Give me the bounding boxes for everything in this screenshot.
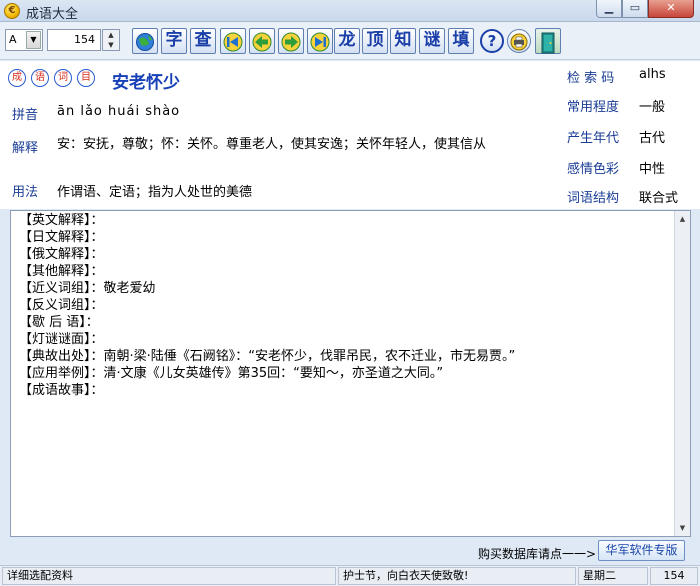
previous-icon	[252, 32, 272, 52]
letter-select-value: A	[9, 33, 17, 46]
usage-label: 用法	[12, 185, 39, 200]
details-textarea[interactable]: 【英文解释】： 【日文解释】： 【俄文解释】： 【其他解释】： 【近义词组】：敬…	[10, 210, 691, 537]
printer-icon	[510, 33, 528, 51]
side-label-era: 产生年代	[567, 131, 620, 146]
previous-button[interactable]	[249, 28, 275, 54]
entry-number-input[interactable]: 154	[47, 29, 101, 51]
seal-char: 目	[77, 69, 95, 87]
detail-line-example: 【应用举例】：清·文康《儿女英雄传》第35回：“要知～，亦圣道之大同。”	[19, 366, 444, 381]
minimize-button[interactable]: ▁	[596, 0, 622, 18]
title-bar: € 成语大全 ▁ ▭ ✕	[0, 0, 700, 22]
first-icon	[223, 32, 243, 52]
detail-line-riddle: 【灯谜谜面】：	[19, 332, 104, 347]
side-label-structure: 词语结构	[567, 191, 620, 206]
detail-line-japanese: 【日文解释】：	[19, 230, 104, 245]
side-label-sentiment: 感情色彩	[567, 162, 620, 177]
stepper-up-icon[interactable]: ▲	[103, 30, 119, 40]
side-label-frequency: 常用程度	[567, 100, 620, 115]
side-value-sentiment: 中性	[639, 162, 666, 177]
side-label-search-code: 检 索 码	[567, 71, 615, 86]
toolbar: A ▼ 154 ▲ ▼ 字 查 龙 顶 知 谜 填 ?	[0, 22, 700, 60]
detail-line-other: 【其他解释】：	[19, 264, 104, 279]
buy-database-link[interactable]: 购买数据库请点一一>	[478, 545, 596, 562]
scroll-up-icon[interactable]: ▲	[675, 211, 690, 227]
detail-line-synonyms: 【近义词组】：敬老爱幼	[19, 281, 156, 296]
window-title: 成语大全	[26, 7, 79, 22]
zi-button[interactable]: 字	[161, 28, 187, 54]
long-button[interactable]: 龙	[334, 28, 360, 54]
maximize-button[interactable]: ▭	[622, 0, 648, 18]
status-weekday: 星期二	[578, 567, 648, 585]
scroll-down-icon[interactable]: ▼	[675, 520, 690, 536]
usage-value: 作谓语、定语；指为人处世的美德	[57, 185, 253, 200]
side-value-structure: 联合式	[639, 191, 679, 206]
app-logo-icon: €	[4, 3, 20, 19]
help-icon: ?	[487, 32, 497, 50]
status-left: 详细选配资料	[2, 567, 336, 585]
pinyin-value: ān lǎo huái shào	[57, 104, 181, 119]
last-icon	[310, 32, 330, 52]
detail-line-russian: 【俄文解释】：	[19, 247, 104, 262]
status-message: 护士节，向白衣天使致敬!	[338, 567, 576, 585]
details-lines: 【英文解释】： 【日文解释】： 【俄文解释】： 【其他解释】： 【近义词组】：敬…	[19, 212, 667, 399]
detail-line-source: 【典故出处】：南朝·梁·陆倕《石阙铭》：“安老怀少，伐罪吊民，农不迁业，市无易贾…	[19, 349, 516, 364]
chevron-down-icon[interactable]: ▼	[26, 31, 41, 49]
detail-line-xiehouyu: 【歇 后 语】：	[19, 315, 99, 330]
seal-char: 语	[31, 69, 49, 87]
idiom-info-panel: 成 语 词 目 安老怀少 拼音 ān lǎo huái shào 解释 安：安抚…	[0, 61, 700, 209]
entry-number-stepper[interactable]: ▲ ▼	[102, 29, 120, 51]
status-bar: 详细选配资料 护士节，向白衣天使致敬! 星期二 154	[0, 565, 700, 586]
vertical-scrollbar[interactable]: ▲ ▼	[674, 211, 690, 536]
mi-button[interactable]: 谜	[419, 28, 445, 54]
next-button[interactable]	[278, 28, 304, 54]
globe-icon	[136, 33, 154, 51]
zhi-button[interactable]: 知	[390, 28, 416, 54]
pinyin-label: 拼音	[12, 108, 39, 123]
last-button[interactable]	[307, 28, 333, 54]
next-icon	[281, 32, 301, 52]
side-value-frequency: 一般	[639, 100, 666, 115]
cha-button[interactable]: 查	[190, 28, 216, 54]
print-button[interactable]	[507, 29, 531, 53]
help-button[interactable]: ?	[480, 29, 504, 53]
brand-edition-button[interactable]: 华军软件专版	[598, 540, 685, 561]
stepper-down-icon[interactable]: ▼	[103, 40, 119, 50]
detail-line-english: 【英文解释】：	[19, 213, 104, 228]
exit-door-icon	[541, 32, 555, 54]
detail-line-antonyms: 【反义词组】：	[19, 298, 104, 313]
exit-button[interactable]	[535, 28, 561, 54]
detail-line-story: 【成语故事】：	[19, 383, 104, 398]
status-count: 154	[650, 567, 698, 585]
letter-select[interactable]: A ▼	[5, 29, 43, 51]
tian-button[interactable]: 填	[448, 28, 474, 54]
explanation-label: 解释	[12, 141, 39, 156]
side-value-search-code: alhs	[639, 67, 666, 82]
close-button[interactable]: ✕	[648, 0, 694, 18]
explanation-value: 安：安抚，尊敬；怀：关怀。尊重老人，使其安逸；关怀年轻人，使其信从	[57, 137, 487, 152]
seal-char: 成	[8, 69, 26, 87]
seal-char: 词	[54, 69, 72, 87]
idiom-title: 安老怀少	[112, 73, 180, 93]
first-button[interactable]	[220, 28, 246, 54]
side-value-era: 古代	[639, 131, 666, 146]
ding-button[interactable]: 顶	[362, 28, 388, 54]
globe-button[interactable]	[132, 28, 158, 54]
